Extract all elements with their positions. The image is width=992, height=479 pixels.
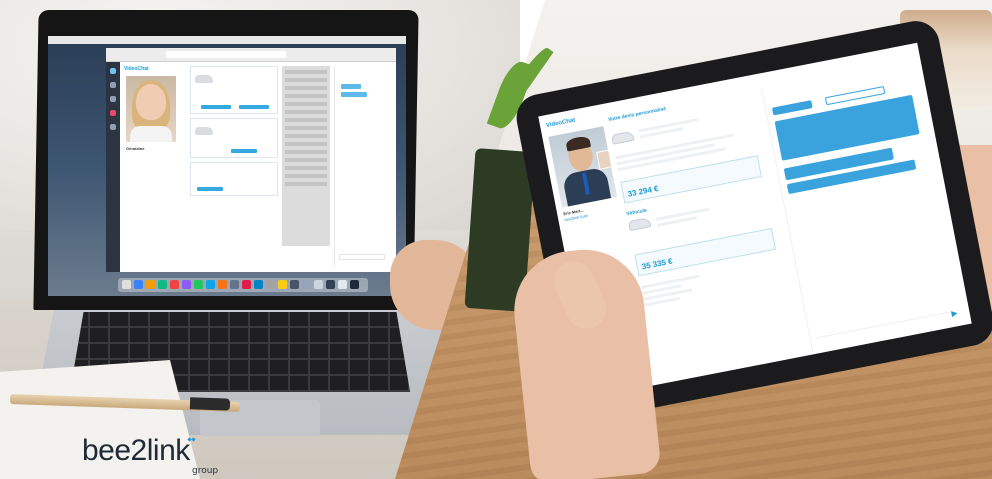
offer-button[interactable] (197, 187, 223, 191)
offer-card (190, 118, 278, 158)
videochat-logo: VideoChat (124, 66, 149, 72)
photo-composite: VideoChat Géraldine VideoChat Eric Mart.… (0, 0, 992, 479)
offer-button[interactable] (239, 105, 269, 109)
vehicle-section-title: Véhicule (625, 207, 648, 218)
browser-window: VideoChat Géraldine (106, 48, 396, 272)
browser-address-bar (166, 51, 286, 58)
sidebar-icon (110, 82, 116, 88)
agent-name: Géraldine (126, 146, 145, 151)
sidebar-icon (110, 96, 116, 102)
browser-toolbar (106, 48, 396, 62)
car-thumbnail (195, 127, 213, 135)
chat-panel (334, 66, 392, 266)
videochat-logo: VideoChat (545, 117, 576, 130)
sidebar-icon (110, 110, 116, 116)
brand-name: bee2link (82, 434, 190, 467)
offer-button[interactable] (201, 105, 231, 109)
car-thumbnail (627, 217, 652, 232)
quote-form-panel (282, 66, 330, 246)
chat-message (341, 84, 361, 89)
sidebar-icon (110, 68, 116, 74)
mac-menubar (48, 36, 406, 44)
chat-message (341, 92, 367, 97)
videochat-agent-panel: VideoChat Géraldine (124, 66, 184, 266)
app-sidebar (106, 62, 120, 272)
agent-video-feed (126, 76, 176, 142)
send-icon[interactable] (951, 310, 959, 318)
vehicle-offer-feed (190, 66, 278, 266)
chat-input[interactable] (339, 254, 385, 260)
car-thumbnail (611, 130, 635, 145)
car-thumbnail (195, 75, 213, 83)
offer-button[interactable] (231, 149, 257, 153)
chat-input[interactable] (816, 309, 960, 346)
mac-dock (118, 278, 368, 292)
brand-tagline: group (192, 466, 219, 476)
price-value: 35 335 € (641, 256, 674, 272)
quote-section-title: Votre devis personnalisé (607, 105, 667, 124)
pencil-end (189, 397, 231, 411)
price-box: 35 335 € (634, 227, 777, 277)
offer-card (190, 66, 278, 114)
agent-video-feed (548, 126, 618, 208)
brand-logo: bee2link group (82, 434, 218, 477)
self-view-video (596, 149, 616, 170)
offer-card (190, 162, 278, 196)
sidebar-icon (110, 124, 116, 130)
brand-mark-icon (187, 437, 198, 443)
chat-message (771, 100, 813, 116)
price-value: 33 294 € (626, 183, 660, 199)
laptop-display: VideoChat Géraldine (48, 36, 406, 296)
